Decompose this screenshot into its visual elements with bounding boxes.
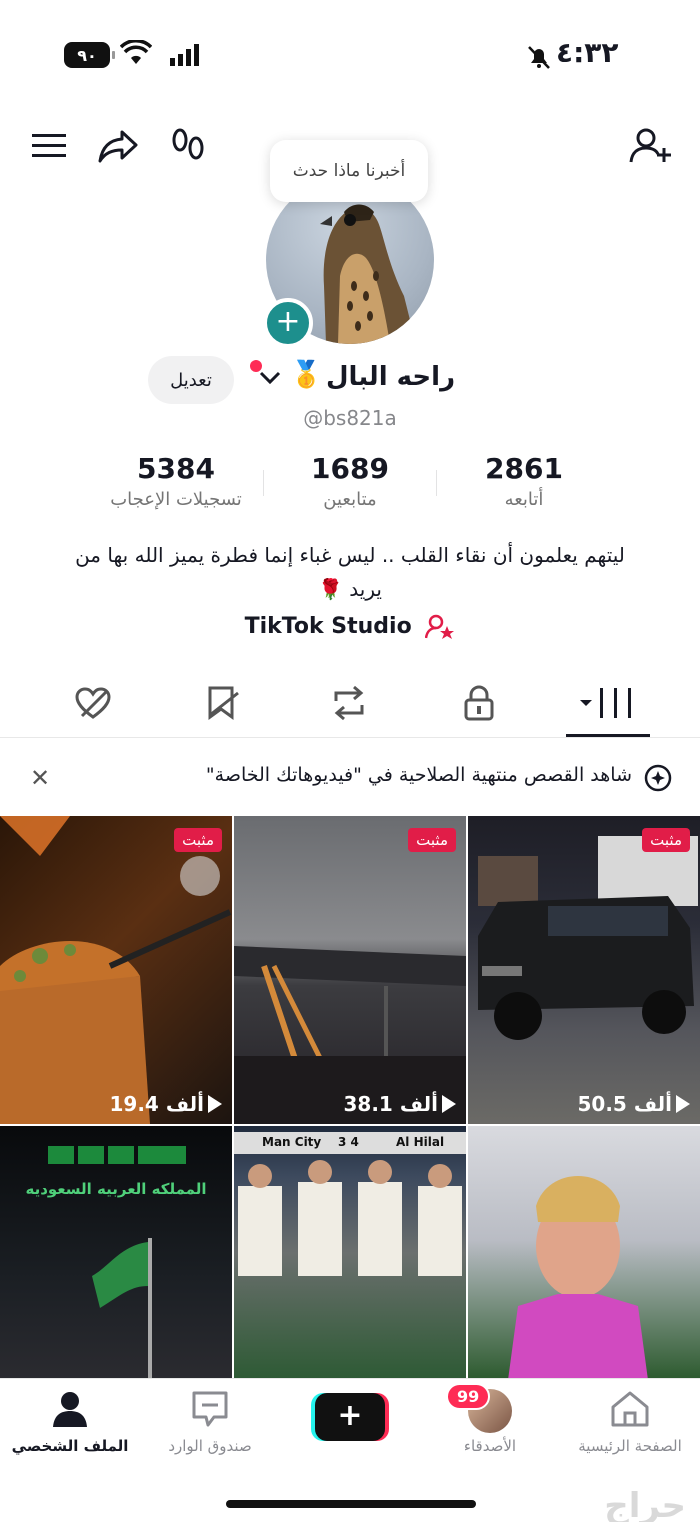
nav-home[interactable]: الصفحة الرئيسية: [560, 1389, 700, 1455]
friends-notification-badge: 99: [446, 1383, 491, 1410]
view-count-text: 50.5 ألف: [577, 1092, 673, 1116]
thumbnail-image: [48, 1146, 186, 1380]
away-team: Al Hilal: [396, 1135, 445, 1149]
story-plus-icon: [644, 764, 672, 792]
tab-reposts[interactable]: [304, 670, 394, 736]
play-icon: [442, 1095, 456, 1113]
play-icon: [676, 1095, 690, 1113]
clock: ٤:٣٢: [556, 36, 619, 69]
creator-star-icon: [425, 614, 455, 639]
expired-stories-banner[interactable]: شاهد القصص منتهية الصلاحية في "فيديوهاتك…: [0, 738, 700, 816]
score-overlay: Man City 3 4 Al Hilal: [234, 1132, 466, 1154]
view-count: 38.1 ألف: [343, 1092, 456, 1116]
view-count-text: 19.4 ألف: [109, 1092, 205, 1116]
view-count: 50.5 ألف: [577, 1092, 690, 1116]
thumbnail-image: [478, 836, 698, 1040]
close-icon[interactable]: ✕: [30, 764, 50, 792]
bio-text: ليتهم يعلمون أن نقاء القلب .. ليس غباء إ…: [75, 543, 625, 601]
repost-icon: [334, 685, 364, 721]
medal-icon: 🥇: [290, 360, 323, 390]
share-icon[interactable]: [96, 124, 140, 168]
nav-friends-label: الأصدقاء: [463, 1437, 517, 1455]
watermark: حراج: [604, 1486, 686, 1522]
profile-tabs: [0, 670, 700, 738]
inbox-icon: [192, 1391, 228, 1427]
hidden-bookmark-icon: [208, 686, 239, 720]
menu-icon[interactable]: [28, 124, 72, 168]
banner-text: شاهد القصص منتهية الصلاحية في "فيديوهاتك…: [205, 764, 632, 786]
thumbnail-caption: المملكه العربيه السعوديه: [25, 1180, 207, 1198]
active-tab-indicator: [566, 734, 650, 737]
name-row: راحه البال 🥇 تعديل: [0, 354, 700, 410]
following-label: أتابعه: [504, 489, 544, 510]
thumbnail-image: [234, 946, 466, 1124]
hidden-heart-icon: [75, 687, 111, 719]
pinned-badge: مثبت: [174, 828, 222, 852]
video-thumbnail[interactable]: المملكه العربيه السعوديه: [0, 1126, 232, 1380]
studio-label: TikTok Studio: [244, 614, 412, 639]
nav-inbox[interactable]: صندوق الوارد: [140, 1389, 280, 1455]
stat-followers[interactable]: 1689 متابعين: [260, 452, 440, 510]
battery-level: ٩٠: [77, 45, 97, 65]
create-button[interactable]: +: [315, 1393, 385, 1441]
stat-following[interactable]: 2861 أتابعه: [434, 452, 614, 510]
home-team: Man City: [262, 1135, 322, 1149]
thumbnail-image: [508, 1176, 648, 1380]
add-friend-icon[interactable]: [628, 124, 672, 168]
chevron-down-icon[interactable]: [258, 368, 282, 388]
nav-profile[interactable]: الملف الشخصي: [0, 1389, 140, 1455]
battery-icon: ٩٠: [64, 42, 115, 68]
videos-grid-icon: [580, 688, 631, 718]
nav-profile-label: الملف الشخصي: [11, 1437, 129, 1455]
lock-icon: [464, 685, 494, 721]
nav-inbox-label: صندوق الوارد: [168, 1437, 252, 1455]
followers-label: متابعين: [323, 489, 377, 510]
view-count: 19.4 ألف: [109, 1092, 222, 1116]
wifi-icon: [120, 40, 152, 64]
pinned-badge: مثبت: [642, 828, 690, 852]
home-indicator[interactable]: [226, 1500, 476, 1508]
likes-label: تسجيلات الإعجاب: [110, 489, 242, 510]
tab-videos[interactable]: [562, 670, 652, 736]
video-thumbnail[interactable]: مثبت 19.4 ألف: [0, 816, 232, 1124]
video-grid: مثبت 50.5 ألف مثبت 38.1 ألف مثبت 19.4 أل…: [0, 816, 700, 1380]
likes-count: 5384: [137, 452, 215, 485]
view-count-text: 38.1 ألف: [343, 1092, 439, 1116]
play-icon: [208, 1095, 222, 1113]
thumbnail-image: [238, 1160, 462, 1276]
profile-icon: [53, 1392, 87, 1427]
video-thumbnail[interactable]: مثبت 50.5 ألف: [468, 816, 700, 1124]
tiktok-studio-link[interactable]: TikTok Studio: [0, 614, 700, 640]
tab-favorites[interactable]: [178, 670, 268, 736]
edit-profile-button[interactable]: تعديل: [148, 356, 234, 404]
video-thumbnail[interactable]: Man City 3 4 Al Hilal: [234, 1126, 466, 1380]
status-tooltip[interactable]: أخبرنا ماذا حدث: [270, 140, 428, 202]
following-count: 2861: [485, 452, 563, 485]
home-icon: [611, 1391, 649, 1427]
video-thumbnail[interactable]: مثبت 38.1 ألف: [234, 816, 466, 1124]
cellular-signal-icon: [170, 44, 199, 66]
notification-dot: [250, 360, 262, 372]
pinned-badge: مثبت: [408, 828, 456, 852]
status-bar: ٩٠ ٤:٣٢: [0, 0, 700, 110]
followers-count: 1689: [311, 452, 389, 485]
match-score: 3 4: [338, 1135, 359, 1149]
display-name: راحه البال: [326, 362, 456, 392]
add-story-button[interactable]: +: [263, 298, 313, 348]
nav-home-label: الصفحة الرئيسية: [578, 1437, 682, 1455]
tab-liked[interactable]: [48, 670, 138, 736]
tab-private[interactable]: [434, 670, 524, 736]
footprints-icon[interactable]: [166, 124, 210, 168]
nav-friends[interactable]: الأصدقاء: [420, 1389, 560, 1455]
stat-likes[interactable]: 5384 تسجيلات الإعجاب: [86, 452, 266, 510]
username: @bs821a: [303, 406, 397, 430]
silent-mode-icon: [528, 46, 550, 69]
video-thumbnail[interactable]: [468, 1126, 700, 1380]
thumbnail-image: [0, 816, 232, 1124]
